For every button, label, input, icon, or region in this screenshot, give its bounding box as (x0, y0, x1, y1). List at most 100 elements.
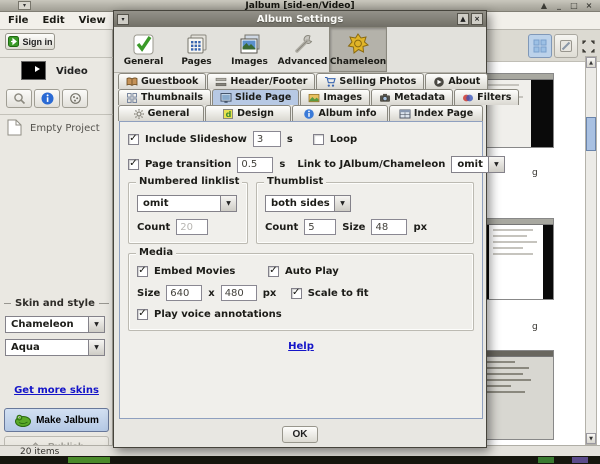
chevron-down-icon[interactable]: ▼ (88, 340, 104, 355)
tab-general[interactable]: General (118, 105, 204, 121)
numbered-linklist-value: omit (138, 196, 220, 211)
thumblist-size-input[interactable] (371, 219, 407, 235)
toolbar-advanced[interactable]: Advanced (276, 27, 329, 72)
style-select[interactable]: Aqua ▼ (5, 339, 105, 356)
toolbar-pages[interactable]: Pages (170, 27, 223, 72)
project-thumbnail[interactable] (21, 61, 46, 80)
close-icon[interactable]: × (584, 1, 594, 11)
wrench-icon (291, 32, 315, 56)
toolbar-general[interactable]: General (117, 27, 170, 72)
chevron-down-icon[interactable]: ▼ (88, 317, 104, 332)
movie-height-input[interactable] (221, 285, 257, 301)
tab-filters[interactable]: Filters (454, 89, 519, 105)
images-tab-icon (308, 92, 320, 104)
toolbar-advanced-label: Advanced (278, 57, 328, 67)
thumbnail-label: g (532, 168, 538, 178)
chevron-down-icon[interactable]: ▼ (220, 196, 236, 211)
desktop-taskbar-edge (0, 456, 600, 464)
tab-metadata[interactable]: Metadata (371, 89, 453, 105)
taskbar-item (572, 457, 588, 463)
shade-icon[interactable]: ▲ (457, 13, 469, 25)
toolbar-images[interactable]: Images (223, 27, 276, 72)
about-icon (433, 76, 445, 88)
reel-button[interactable] (62, 89, 88, 108)
tab-thumbnails[interactable]: Thumbnails (118, 89, 211, 105)
page-transition-checkbox[interactable] (128, 159, 139, 170)
search-button[interactable] (6, 89, 32, 108)
transition-seconds-input[interactable] (237, 157, 273, 173)
embed-movies-checkbox[interactable] (137, 266, 148, 277)
thumbnail[interactable] (478, 350, 554, 440)
media-size-label: Size (137, 288, 160, 299)
link-to-value: omit (452, 157, 488, 172)
shade-icon[interactable]: ▲ (539, 1, 549, 11)
voice-annotations-checkbox[interactable] (137, 309, 148, 320)
tab-about[interactable]: About (425, 73, 488, 89)
voice-annotations-label: Play voice annotations (154, 309, 282, 320)
album-settings-dialog: ▾ Album Settings ▲ × General Pages Image… (113, 10, 487, 448)
design-icon: d (222, 108, 234, 120)
info-button[interactable] (34, 89, 60, 108)
menu-file[interactable]: File (8, 15, 28, 26)
svg-text:d: d (226, 110, 232, 119)
chevron-down-icon[interactable]: ▼ (334, 196, 350, 211)
tab-images[interactable]: Images (300, 89, 370, 105)
tab-header-footer[interactable]: Header/Footer (207, 73, 315, 89)
tab-guestbook[interactable]: Guestbook (118, 73, 206, 89)
ok-button[interactable]: OK (282, 426, 318, 443)
media-group: Media Embed Movies Auto Play Size x px S… (128, 253, 474, 331)
skin-select[interactable]: Chameleon ▼ (5, 316, 105, 333)
auto-play-label: Auto Play (285, 266, 339, 277)
make-jalbum-button[interactable]: Make Jalbum (4, 408, 109, 432)
menu-edit[interactable]: Edit (42, 15, 64, 26)
sign-in-icon (8, 36, 19, 47)
loop-label: Loop (330, 134, 357, 145)
scrollbar-thumb[interactable] (586, 117, 596, 151)
loop-checkbox[interactable] (313, 134, 324, 145)
get-more-skins-link[interactable]: Get more skins (0, 385, 113, 396)
slideshow-seconds-input[interactable] (253, 131, 281, 147)
preview-button[interactable] (554, 34, 578, 58)
sign-in-button[interactable]: Sign in (5, 33, 55, 50)
grid-view-button[interactable] (528, 34, 552, 58)
include-slideshow-checkbox[interactable] (128, 134, 139, 145)
search-icon (13, 92, 26, 105)
scale-to-fit-checkbox[interactable] (291, 288, 302, 299)
maximize-icon[interactable]: □ (569, 1, 579, 11)
scrollbar[interactable]: ▲ ▼ (585, 56, 597, 445)
thumbnail[interactable] (478, 73, 554, 148)
minimize-icon[interactable]: _ (554, 1, 564, 11)
count-label: Count (265, 222, 298, 233)
menu-view[interactable]: View (79, 15, 106, 26)
tab-design[interactable]: d Design (205, 105, 291, 121)
check-icon (132, 32, 156, 56)
divider (0, 57, 113, 58)
tab-slide-page[interactable]: Slide Page (212, 89, 299, 105)
skin-value: Chameleon (6, 317, 88, 332)
link-to-select[interactable]: omit ▼ (451, 156, 505, 173)
scroll-up-icon[interactable]: ▲ (586, 57, 596, 68)
thumblist-select[interactable]: both sides ▼ (265, 195, 351, 212)
dialog-title: Album Settings (114, 14, 486, 25)
scroll-down-icon[interactable]: ▼ (586, 433, 596, 444)
movie-width-input[interactable] (166, 285, 202, 301)
empty-project-label[interactable]: Empty Project (30, 123, 100, 134)
toolbar-pages-label: Pages (181, 57, 211, 67)
page-transition-label: Page transition (145, 159, 231, 170)
thumblist-group: Thumblist both sides ▼ Count Size px (256, 182, 474, 244)
thumblist-count-input[interactable] (304, 219, 336, 235)
tab-selling-photos[interactable]: Selling Photos (316, 73, 424, 89)
toolbar-chameleon[interactable]: Chameleon (329, 27, 387, 72)
thumbnail[interactable] (478, 218, 554, 300)
auto-play-checkbox[interactable] (268, 266, 279, 277)
tab-index-page[interactable]: Index Page (389, 105, 483, 121)
make-jalbum-label: Make Jalbum (36, 415, 99, 426)
dialog-titlebar[interactable]: ▾ Album Settings ▲ × (114, 11, 486, 27)
help-link[interactable]: Help (288, 341, 314, 352)
tab-album-info[interactable]: Album info (292, 105, 388, 121)
guestbook-icon (126, 76, 138, 88)
chevron-down-icon[interactable]: ▼ (488, 157, 504, 172)
numbered-linklist-select[interactable]: omit ▼ (137, 195, 237, 212)
close-icon[interactable]: × (471, 13, 483, 25)
fullscreen-button[interactable] (576, 34, 600, 58)
